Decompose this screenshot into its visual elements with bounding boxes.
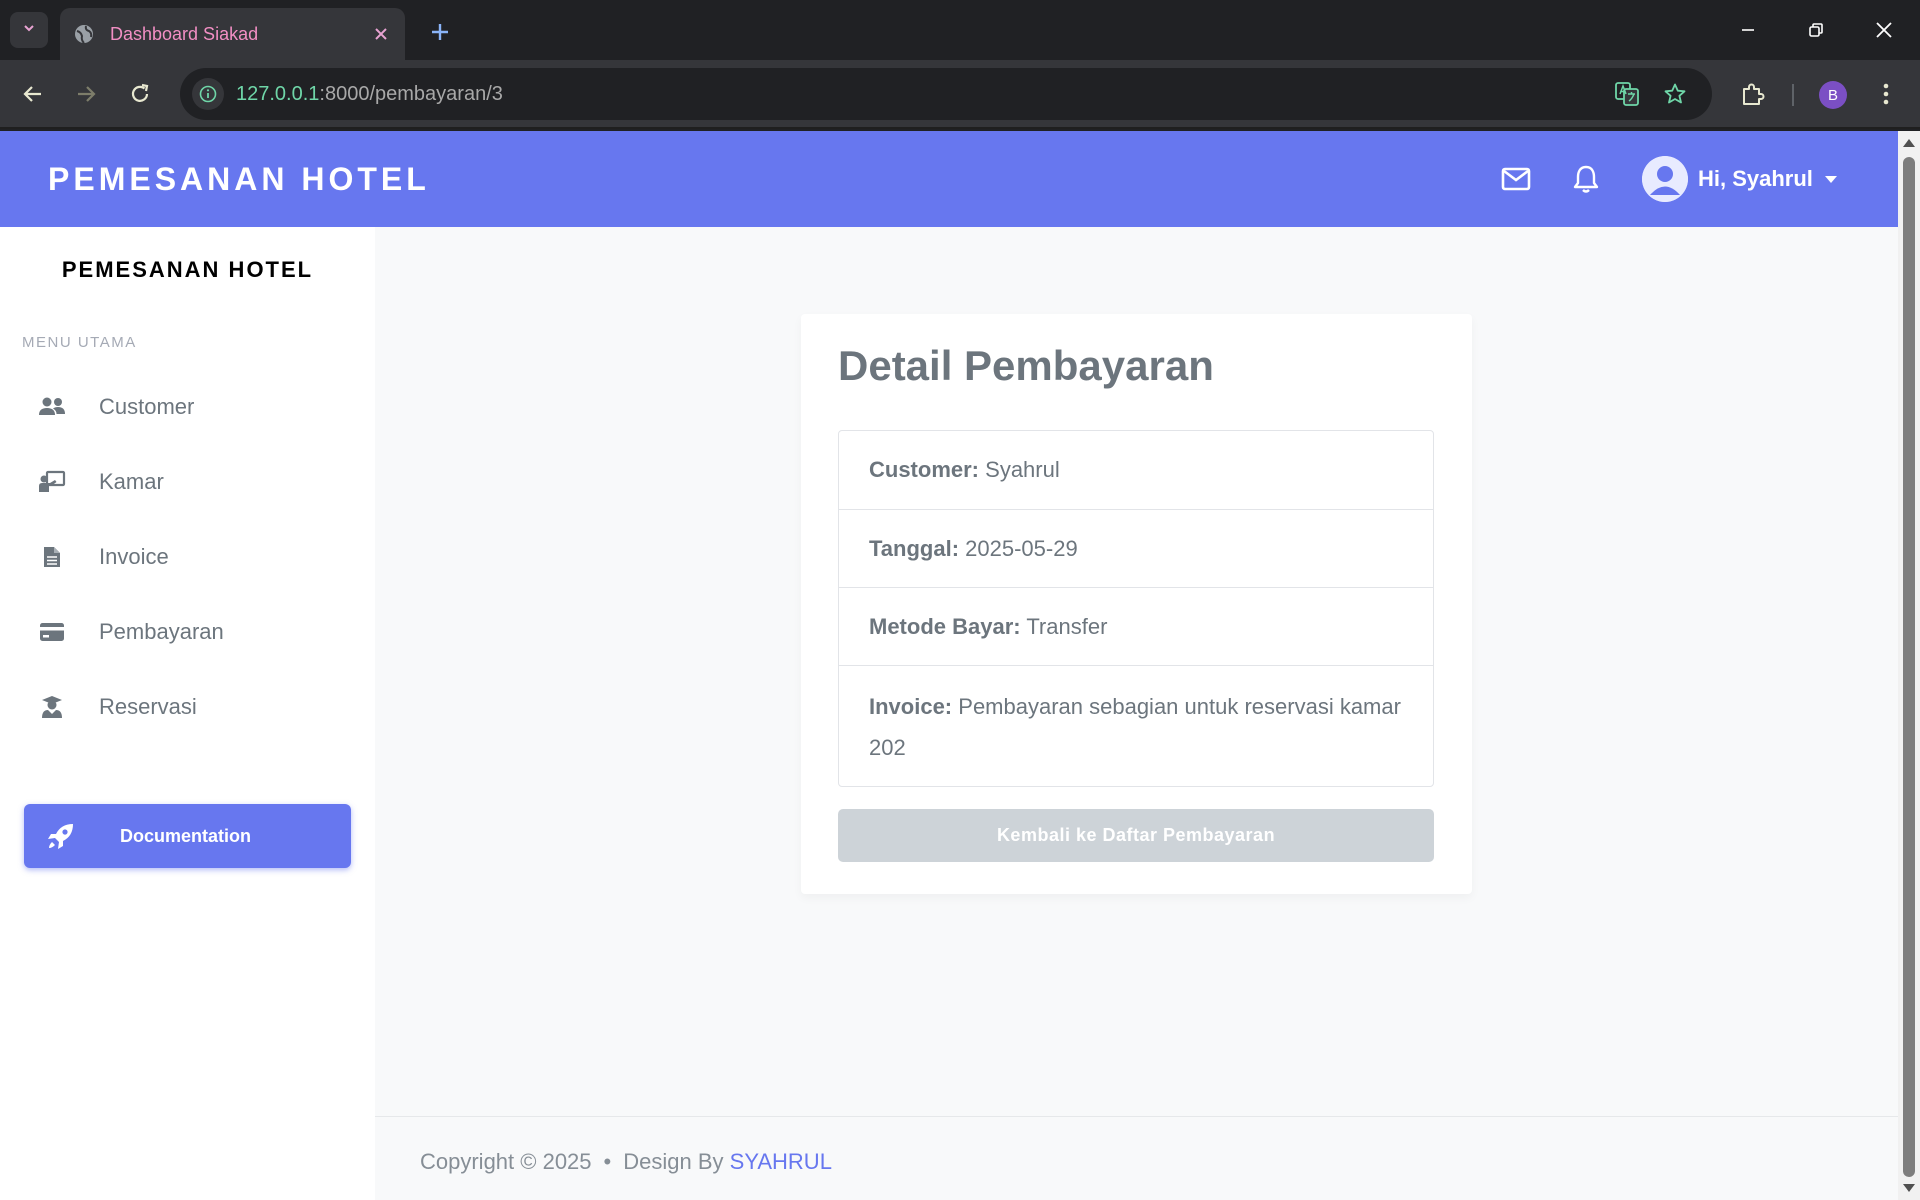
browser-tab[interactable]: Dashboard Siakad — [60, 8, 405, 60]
bell-icon[interactable] — [1566, 159, 1606, 199]
envelope-icon[interactable] — [1496, 159, 1536, 199]
documentation-button[interactable]: Documentation — [24, 804, 351, 868]
footer: Copyright © 2025 • Design By SYAHRUL — [375, 1116, 1898, 1200]
site-info-icon[interactable] — [192, 78, 224, 110]
scrollbar-thumb[interactable] — [1903, 157, 1915, 1177]
users-icon — [38, 393, 66, 421]
detail-row-tanggal: Tanggal: 2025-05-29 — [839, 509, 1433, 587]
scroll-down-arrow-icon[interactable] — [1903, 1184, 1915, 1192]
sidebar-item-customer[interactable]: Customer — [0, 377, 375, 437]
chevron-down-icon — [22, 21, 36, 40]
detail-row-customer: Customer: Syahrul — [839, 431, 1433, 509]
user-avatar — [1642, 156, 1688, 202]
page: PEMESANAN HOTEL Hi, Syahrul PEMESANAN HO… — [0, 131, 1898, 1200]
page-scrollbar[interactable] — [1898, 131, 1920, 1200]
detail-list: Customer: Syahrul Tanggal: 2025-05-29 Me… — [838, 430, 1434, 787]
reload-button[interactable] — [122, 76, 158, 112]
restore-window-button[interactable] — [1792, 10, 1840, 50]
url-path: :8000/pembayaran/3 — [319, 83, 503, 105]
documentation-label: Documentation — [120, 826, 252, 846]
detail-value: Syahrul — [985, 457, 1060, 482]
sidebar-item-invoice[interactable]: Invoice — [0, 527, 375, 587]
scroll-up-arrow-icon[interactable] — [1903, 139, 1915, 147]
new-tab-button[interactable] — [424, 16, 456, 48]
footer-copyright: Copyright © 2025 — [420, 1149, 592, 1174]
sidebar-menu-header: MENU UTAMA — [22, 334, 137, 351]
footer-text: Copyright © 2025 • Design By SYAHRUL — [420, 1117, 832, 1200]
browser-toolbar: 127.0.0.1:8000/pembayaran/3 — [0, 60, 1920, 129]
globe-icon — [72, 22, 96, 46]
sidebar-item-reservasi[interactable]: Reservasi — [0, 677, 375, 737]
file-alt-icon — [38, 543, 66, 571]
tab-search-button[interactable] — [10, 12, 48, 48]
rocket-icon — [46, 821, 76, 851]
close-window-button[interactable] — [1860, 10, 1908, 50]
detail-value: 2025-05-29 — [965, 536, 1078, 561]
address-bar[interactable]: 127.0.0.1:8000/pembayaran/3 — [180, 68, 1712, 120]
detail-value: Transfer — [1026, 614, 1108, 639]
translate-icon[interactable] — [1611, 78, 1643, 110]
back-to-list-button[interactable]: Kembali ke Daftar Pembayaran — [838, 809, 1434, 862]
sidebar-brand[interactable]: PEMESANAN HOTEL — [0, 257, 375, 283]
extensions-puzzle-icon[interactable] — [1735, 76, 1771, 112]
footer-design-by: Design By — [623, 1149, 724, 1174]
sidebar-item-label: Kamar — [99, 469, 164, 494]
toolbar-divider — [1792, 84, 1794, 106]
chalkboard-teacher-icon — [38, 468, 66, 496]
sidebar-item-label: Customer — [99, 394, 195, 419]
sidebar-item-label: Pembayaran — [99, 619, 224, 644]
detail-label: Customer: — [869, 457, 980, 482]
url-text: 127.0.0.1:8000/pembayaran/3 — [236, 68, 503, 120]
detail-row-metode-bayar: Metode Bayar: Transfer — [839, 587, 1433, 665]
bookmark-star-icon[interactable] — [1659, 78, 1691, 110]
close-tab-icon[interactable] — [369, 22, 393, 46]
sidebar-item-kamar[interactable]: Kamar — [0, 452, 375, 512]
navbar-brand[interactable]: PEMESANAN HOTEL — [48, 131, 430, 227]
detail-label: Tanggal: — [869, 536, 960, 561]
user-dropdown[interactable]: Hi, Syahrul — [1642, 156, 1837, 202]
sidebar-item-label: Reservasi — [99, 694, 197, 719]
page-title: Detail Pembayaran — [838, 342, 1214, 389]
top-navbar: PEMESANAN HOTEL Hi, Syahrul — [0, 131, 1898, 227]
url-host: 127.0.0.1 — [236, 83, 320, 105]
profile-avatar-button[interactable]: B — [1819, 81, 1847, 109]
minimize-window-button[interactable] — [1724, 10, 1772, 50]
tab-title: Dashboard Siakad — [110, 23, 259, 44]
sidebar-item-label: Invoice — [99, 544, 169, 569]
footer-separator: • — [603, 1149, 612, 1174]
payment-detail-card: Detail Pembayaran Customer: Syahrul Tang… — [801, 314, 1472, 894]
user-graduate-icon — [38, 693, 66, 721]
footer-author-link[interactable]: SYAHRUL — [730, 1149, 832, 1174]
sidebar-item-pembayaran[interactable]: Pembayaran — [0, 602, 375, 662]
sidebar: PEMESANAN HOTEL MENU UTAMA Customer Kama… — [0, 227, 375, 1200]
detail-row-invoice: Invoice: Pembayaran sebagian untuk reser… — [839, 665, 1433, 786]
caret-down-icon — [1824, 175, 1837, 183]
back-button[interactable] — [15, 76, 51, 112]
credit-card-icon — [38, 618, 66, 646]
user-greeting: Hi, Syahrul — [1698, 166, 1813, 191]
browser-tab-bar: Dashboard Siakad — [0, 0, 1920, 60]
detail-label: Invoice: — [869, 694, 953, 719]
detail-label: Metode Bayar: — [869, 614, 1021, 639]
more-menu-icon[interactable] — [1868, 76, 1904, 112]
forward-button[interactable] — [68, 76, 104, 112]
